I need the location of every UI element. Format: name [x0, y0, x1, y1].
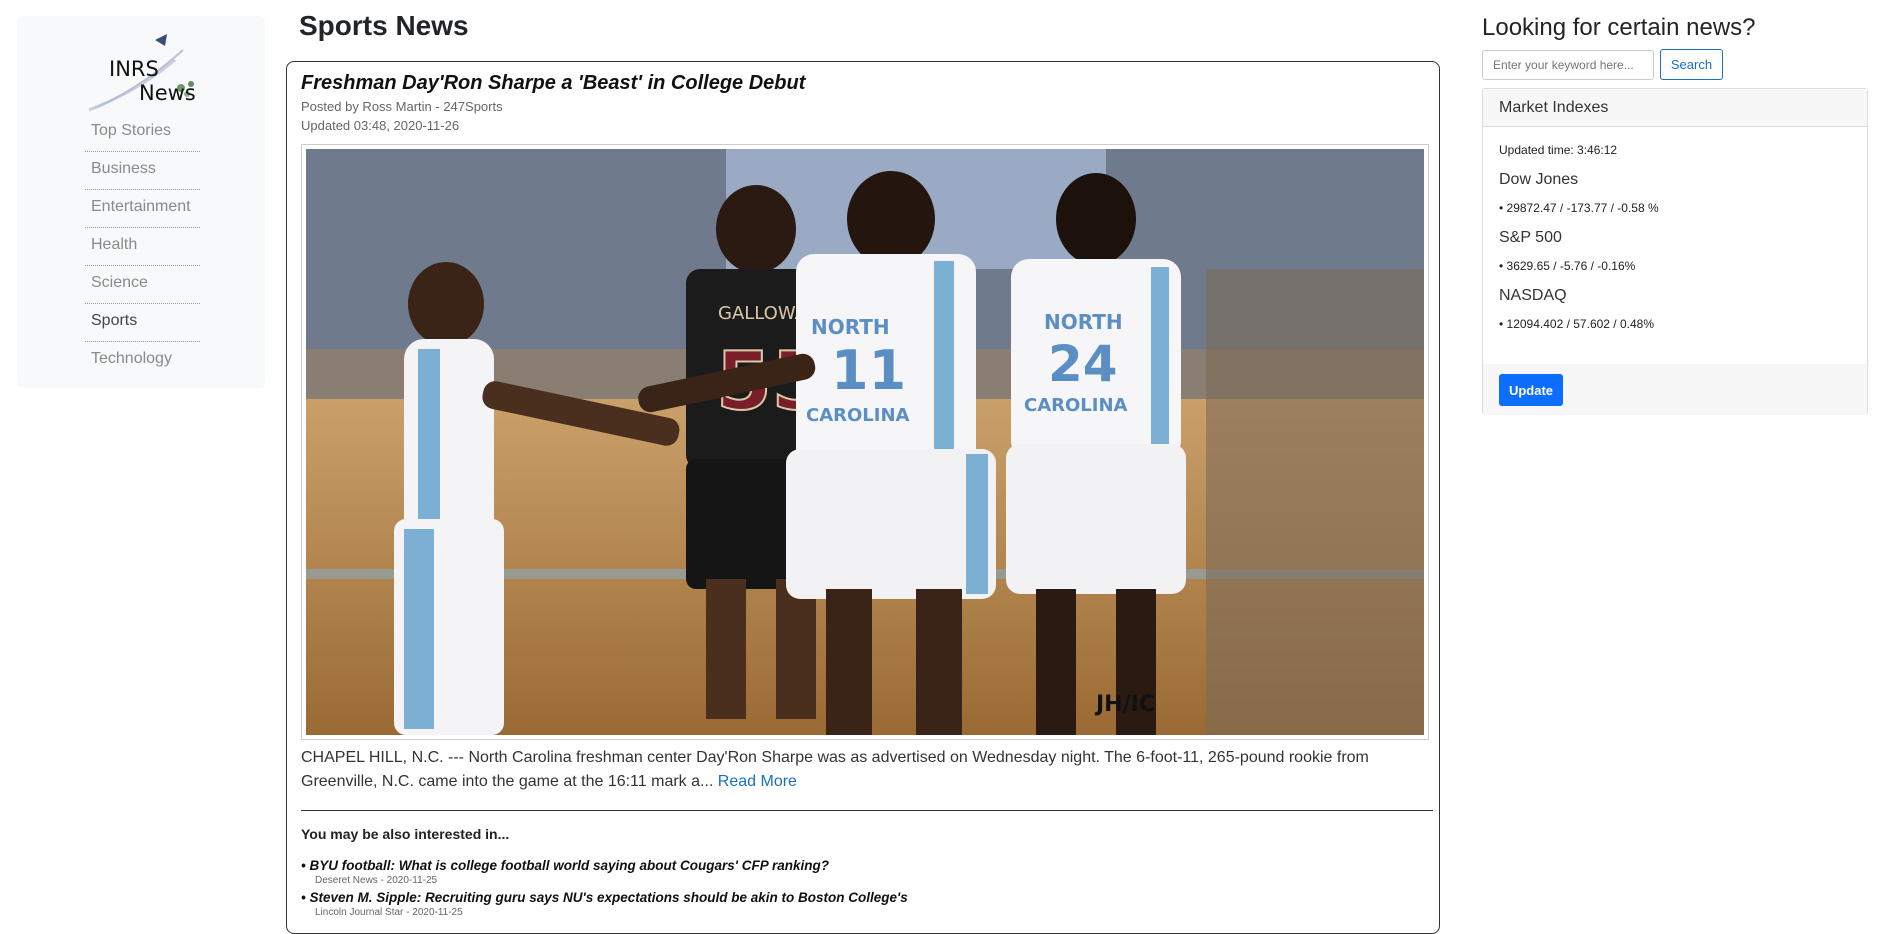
svg-text:NORTH: NORTH	[811, 315, 890, 339]
market-footer: Update	[1483, 364, 1867, 415]
article-headline[interactable]: Freshman Day'Ron Sharpe a 'Beast' in Col…	[301, 72, 805, 95]
article-updated-time: Updated 03:48, 2020-11-26	[301, 118, 460, 133]
update-button[interactable]: Update	[1499, 374, 1563, 406]
svg-text:NORTH: NORTH	[1044, 310, 1123, 334]
related-list: • BYU football: What is college football…	[301, 858, 1421, 922]
market-updated-time: Updated time: 3:46:12	[1499, 143, 1618, 157]
search-heading: Looking for certain news?	[1482, 14, 1756, 41]
photo-credit: JH/IC	[1094, 692, 1155, 717]
nav-item-technology[interactable]: Technology	[85, 342, 200, 376]
search-button[interactable]: Search	[1660, 49, 1723, 80]
nav-item-science[interactable]: Science	[85, 266, 200, 300]
article-byline: Posted by Ross Martin - 247Sports	[301, 99, 503, 114]
article-image-frame: GALLOWAY 55 NORTH 11 CAROLINA	[301, 144, 1429, 740]
divider	[301, 810, 1433, 811]
related-meta: Lincoln Journal Star - 2020-11-25	[315, 907, 463, 918]
index-value-nasdaq: • 12094.402 / 57.602 / 0.48%	[1499, 317, 1654, 331]
read-more-link[interactable]: Read More	[718, 773, 797, 790]
inrs-news-logo[interactable]: INRS News	[85, 30, 205, 114]
index-name-sp500: S&P 500	[1499, 229, 1562, 246]
index-name-nasdaq: NASDAQ	[1499, 287, 1567, 304]
nav-item-sports[interactable]: Sports	[85, 304, 200, 338]
related-item: • Steven M. Sipple: Recruiting guru says…	[301, 890, 1421, 918]
logo-text-inrs: INRS	[109, 57, 159, 81]
related-heading: You may be also interested in...	[301, 826, 510, 842]
article-summary-text: CHAPEL HILL, N.C. --- North Carolina fre…	[301, 749, 1369, 790]
category-nav: Top Stories Business Entertainment Healt…	[85, 114, 200, 380]
sidebar: INRS News Top Stories Business Entertain…	[17, 16, 265, 388]
search-input[interactable]	[1482, 50, 1654, 80]
svg-text:CAROLINA: CAROLINA	[1024, 395, 1128, 416]
page-title: Sports News	[299, 10, 469, 41]
jersey-number-11: 11	[831, 339, 906, 402]
logo-text-news: News	[139, 81, 196, 105]
related-link[interactable]: • BYU football: What is college football…	[301, 858, 1421, 873]
article-card: Freshman Day'Ron Sharpe a 'Beast' in Col…	[286, 61, 1440, 934]
jersey-number-24: 24	[1048, 335, 1118, 393]
related-link[interactable]: • Steven M. Sipple: Recruiting guru says…	[301, 890, 1421, 905]
market-indexes-panel: Market Indexes Updated time: 3:46:12 Dow…	[1482, 88, 1868, 415]
svg-text:CAROLINA: CAROLINA	[806, 405, 910, 426]
nav-item-business[interactable]: Business	[85, 152, 200, 186]
related-meta: Deseret News - 2020-11-25	[315, 875, 438, 886]
article-summary: CHAPEL HILL, N.C. --- North Carolina fre…	[301, 746, 1421, 794]
nav-item-health[interactable]: Health	[85, 228, 200, 262]
article-photo[interactable]: GALLOWAY 55 NORTH 11 CAROLINA	[306, 149, 1424, 735]
related-item: • BYU football: What is college football…	[301, 858, 1421, 886]
market-header: Market Indexes	[1483, 89, 1867, 127]
nav-item-entertainment[interactable]: Entertainment	[85, 190, 200, 224]
nav-item-top-stories[interactable]: Top Stories	[85, 114, 200, 148]
index-value-sp500: • 3629.65 / -5.76 / -0.16%	[1499, 259, 1636, 273]
index-value-dow-jones: • 29872.47 / -173.77 / -0.58 %	[1499, 201, 1659, 215]
index-name-dow-jones: Dow Jones	[1499, 171, 1579, 188]
